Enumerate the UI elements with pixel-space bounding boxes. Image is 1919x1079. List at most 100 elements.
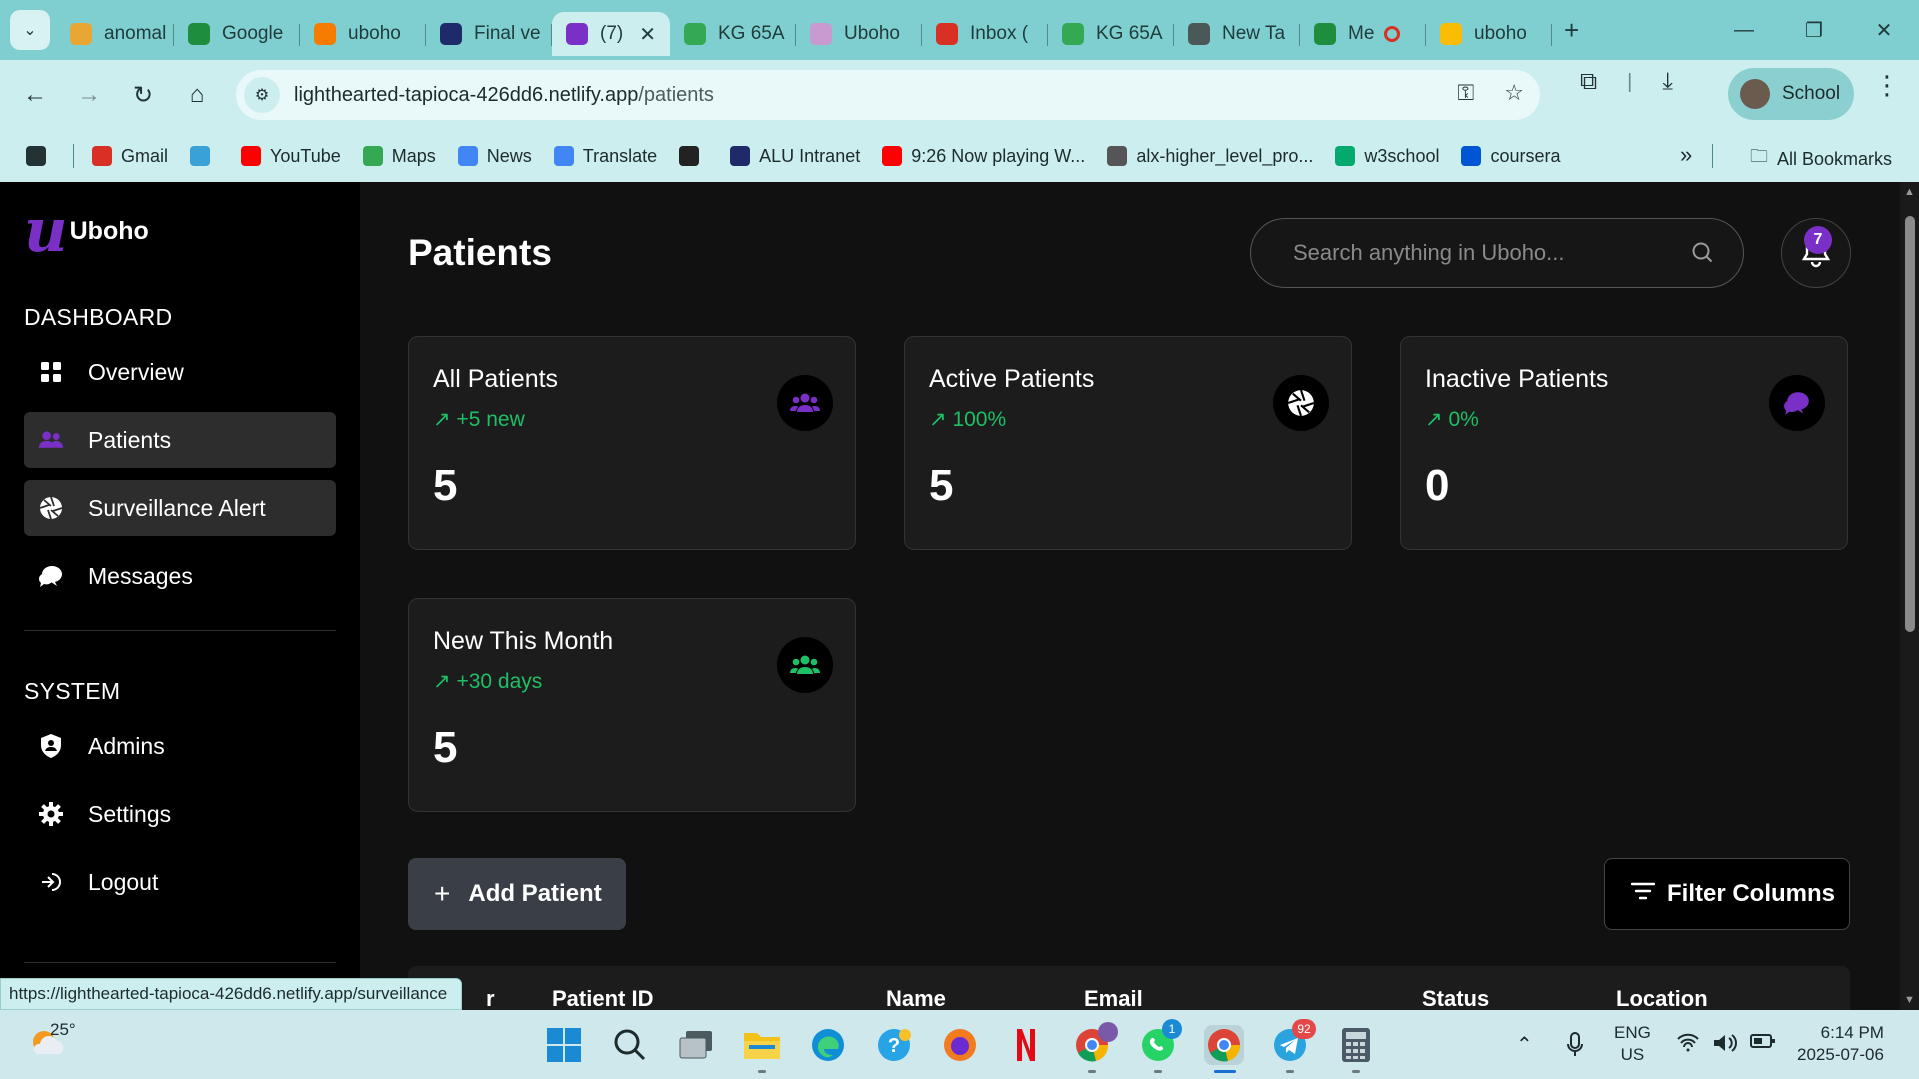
- netflix-icon[interactable]: [1006, 1025, 1046, 1065]
- tab-6[interactable]: KG 65A: [670, 12, 796, 56]
- bookmark-alx-higher-level-pro[interactable]: alx-higher_level_pro...: [1107, 146, 1313, 167]
- tab-11[interactable]: Me: [1300, 12, 1426, 56]
- tab-9[interactable]: KG 65A: [1048, 12, 1174, 56]
- search-icon[interactable]: [610, 1025, 650, 1065]
- running-indicator: [758, 1070, 766, 1073]
- column-header-name[interactable]: Name: [886, 986, 946, 1010]
- sidebar-item-messages[interactable]: Messages: [24, 548, 336, 604]
- tab-7[interactable]: Uboho: [796, 12, 922, 56]
- address-bar[interactable]: ⚙ lighthearted-tapioca-426dd6.netlify.ap…: [236, 70, 1540, 120]
- reload-icon[interactable]: ↻: [116, 68, 170, 122]
- chevron-up-icon[interactable]: ⌃: [1516, 1032, 1533, 1057]
- search-icon[interactable]: [1691, 241, 1715, 270]
- bookmark-coursera[interactable]: coursera: [1461, 146, 1561, 167]
- bookmark-translate[interactable]: Translate: [553, 146, 657, 167]
- tab-search-button[interactable]: ⌄: [10, 10, 50, 50]
- home-icon[interactable]: ⌂: [170, 68, 224, 122]
- profile-button[interactable]: School: [1728, 68, 1854, 120]
- volume-icon[interactable]: [1712, 1032, 1738, 1060]
- bookmark-w3school[interactable]: w3school: [1335, 146, 1439, 167]
- column-header-patient-id[interactable]: Patient ID: [552, 986, 653, 1010]
- scroll-up-icon[interactable]: ▲: [1904, 186, 1915, 198]
- column-header[interactable]: r: [486, 986, 495, 1010]
- bookmark-9-26-now-playing-w[interactable]: 9:26 Now playing W...: [882, 146, 1085, 167]
- password-key-icon[interactable]: ⚿: [1458, 80, 1475, 106]
- chrome-icon: [1188, 23, 1210, 45]
- bookmarks-overflow-icon[interactable]: »: [1680, 142, 1692, 168]
- edge-icon[interactable]: [808, 1025, 848, 1065]
- card-value: 5: [929, 461, 954, 510]
- new-tab-button[interactable]: +: [1564, 15, 1579, 46]
- browser-menu-icon[interactable]: ⋮: [1874, 70, 1900, 101]
- toolbar-separator: |: [1627, 70, 1633, 93]
- sidebar-item-overview[interactable]: Overview: [24, 344, 336, 400]
- forward-icon[interactable]: →: [62, 68, 116, 122]
- column-header-email[interactable]: Email: [1084, 986, 1143, 1010]
- system-clock[interactable]: 6:14 PM 2025-07-06: [1797, 1022, 1884, 1066]
- card-delta: ↗ +30 days: [433, 669, 542, 694]
- sidebar-item-surveillance[interactable]: Surveillance Alert: [24, 480, 336, 536]
- url-text[interactable]: lighthearted-tapioca-426dd6.netlify.app/…: [294, 84, 714, 107]
- bookmark-star-icon[interactable]: ☆: [1504, 80, 1524, 106]
- restore-icon[interactable]: ❐: [1779, 0, 1849, 60]
- search-input[interactable]: [1293, 240, 1673, 266]
- bookmark-globe[interactable]: [679, 146, 708, 166]
- extensions-icon[interactable]: ⧉: [1580, 68, 1597, 96]
- card-title: All Patients: [433, 365, 559, 393]
- wifi-icon[interactable]: [1676, 1032, 1700, 1058]
- tab-label: Final ve: [474, 23, 541, 44]
- brand-logo[interactable]: u Uboho: [24, 201, 149, 261]
- maps-pin-icon: [684, 23, 706, 45]
- minimize-icon[interactable]: —: [1709, 0, 1779, 60]
- scrollbar-thumb[interactable]: [1905, 216, 1915, 632]
- bookmark-apps-grid[interactable]: [26, 146, 55, 166]
- bookmark-maps[interactable]: Maps: [362, 146, 436, 167]
- sidebar-item-label: Patients: [88, 426, 172, 453]
- tab-4[interactable]: Final ve: [426, 12, 552, 56]
- scroll-down-icon[interactable]: ▼: [1904, 994, 1915, 1006]
- back-icon[interactable]: ←: [8, 68, 62, 122]
- language-indicator[interactable]: ENG US: [1614, 1022, 1651, 1066]
- add-patient-button[interactable]: + Add Patient: [408, 858, 626, 930]
- tab-1[interactable]: anomal: [56, 12, 174, 56]
- sidebar-item-patients[interactable]: Patients: [24, 412, 336, 468]
- sidebar-item-label: Logout: [88, 868, 159, 895]
- downloads-icon[interactable]: ⤓: [1662, 68, 1673, 96]
- bookmark-news[interactable]: News: [457, 146, 532, 167]
- page-scrollbar[interactable]: ▲ ▼: [1900, 182, 1919, 1010]
- column-header-location[interactable]: Location: [1616, 986, 1708, 1010]
- site-info-icon[interactable]: ⚙: [244, 77, 280, 113]
- search-box[interactable]: [1250, 218, 1744, 288]
- bookmark-youtube[interactable]: YouTube: [241, 146, 341, 167]
- close-tab-icon[interactable]: ✕: [639, 22, 656, 47]
- sidebar-item-logout[interactable]: Logout: [24, 854, 336, 910]
- filter-columns-button[interactable]: Filter Columns: [1604, 858, 1850, 930]
- battery-icon[interactable]: [1750, 1032, 1776, 1055]
- sidebar-item-admins[interactable]: Admins: [24, 718, 336, 774]
- microphone-icon[interactable]: [1566, 1032, 1584, 1064]
- all-bookmarks-button[interactable]: 🗀 All Bookmarks: [1750, 144, 1892, 174]
- bookmark-cube[interactable]: [190, 146, 219, 166]
- card-value: 5: [433, 723, 458, 772]
- file-explorer-icon[interactable]: [742, 1025, 782, 1065]
- tab-12[interactable]: uboho: [1426, 12, 1552, 56]
- chrome-profile-icon[interactable]: [1204, 1025, 1244, 1065]
- calculator-icon[interactable]: [1336, 1025, 1376, 1065]
- firefox-icon[interactable]: [940, 1025, 980, 1065]
- task-view-icon[interactable]: [676, 1025, 716, 1065]
- windows-start-icon[interactable]: [544, 1025, 584, 1065]
- close-window-icon[interactable]: ✕: [1849, 0, 1919, 60]
- users-icon: [777, 375, 833, 431]
- tab-2[interactable]: Google: [174, 12, 300, 56]
- sidebar-item-settings[interactable]: Settings: [24, 786, 336, 842]
- bookmark-alu-intranet[interactable]: ALU Intranet: [730, 146, 860, 167]
- help-app-icon[interactable]: ?: [874, 1025, 914, 1065]
- tab-10[interactable]: New Ta: [1174, 12, 1300, 56]
- news-icon: [457, 146, 478, 166]
- column-header-status[interactable]: Status: [1422, 986, 1489, 1010]
- tab-3[interactable]: uboho: [300, 12, 426, 56]
- tab-8[interactable]: Inbox (: [922, 12, 1048, 56]
- tab-5[interactable]: (7) ✕: [552, 12, 670, 56]
- bookmark-gmail[interactable]: Gmail: [92, 146, 168, 167]
- bookmark-label: 9:26 Now playing W...: [911, 145, 1086, 166]
